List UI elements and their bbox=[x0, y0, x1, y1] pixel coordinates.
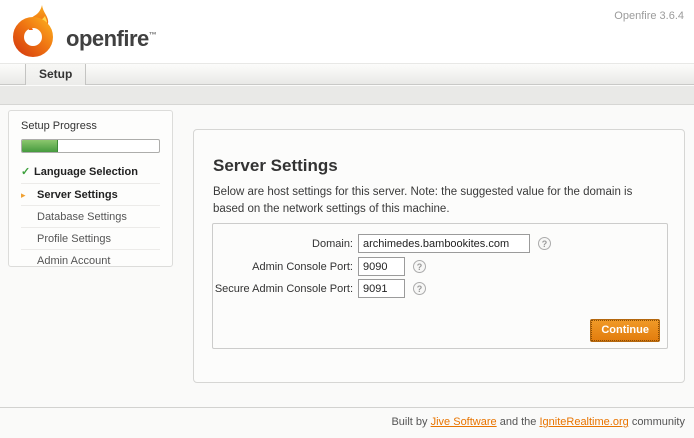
field-row-admin-console-port: Admin Console Port:? bbox=[213, 257, 426, 277]
admin-console-port-input[interactable] bbox=[358, 257, 405, 276]
help-icon[interactable]: ? bbox=[413, 282, 426, 295]
server-settings-form: Domain:? Admin Console Port:? Secure Adm… bbox=[212, 223, 668, 349]
sidebar-item-profile-settings[interactable]: Profile Settings bbox=[21, 227, 160, 249]
field-row-domain: Domain:? bbox=[213, 234, 551, 254]
progress-bar bbox=[21, 139, 160, 153]
page-footer: Built by Jive Software and the IgniteRea… bbox=[0, 407, 694, 438]
sidebar-title: Setup Progress bbox=[21, 120, 160, 132]
sidebar-item-label: Database Settings bbox=[37, 211, 127, 223]
sidebar-item-language-selection[interactable]: ✓ Language Selection bbox=[21, 161, 160, 183]
field-row-secure-admin-console-port: Secure Admin Console Port:? bbox=[213, 279, 426, 299]
version-text: Openfire 3.6.4 bbox=[614, 10, 684, 22]
trademark: ™ bbox=[149, 31, 157, 40]
sidebar-item-admin-account[interactable]: Admin Account bbox=[21, 249, 160, 271]
secure-admin-console-port-label: Secure Admin Console Port: bbox=[213, 283, 353, 295]
sidebar-item-label: Admin Account bbox=[37, 255, 110, 267]
sidebar-item-label: Profile Settings bbox=[37, 233, 111, 245]
server-settings-panel: Server Settings Below are host settings … bbox=[193, 129, 685, 383]
openfire-logo: openfire™ bbox=[12, 4, 212, 60]
help-icon[interactable]: ? bbox=[538, 237, 551, 250]
brand-text: openfire™ bbox=[66, 26, 156, 52]
continue-button-label: Continue bbox=[591, 320, 659, 341]
app-header: openfire™ Openfire 3.6.4 bbox=[0, 0, 694, 63]
tab-bar: Setup bbox=[0, 63, 694, 85]
page-description: Below are host settings for this server.… bbox=[213, 184, 665, 217]
tab-setup[interactable]: Setup bbox=[25, 64, 86, 85]
help-icon[interactable]: ? bbox=[413, 260, 426, 273]
footer-text: Built by bbox=[391, 416, 427, 428]
sub-header-band bbox=[0, 85, 694, 105]
progress-fill bbox=[22, 140, 58, 152]
jive-software-link[interactable]: Jive Software bbox=[431, 416, 497, 428]
sidebar-item-database-settings[interactable]: Database Settings bbox=[21, 205, 160, 227]
sidebar-item-server-settings[interactable]: ▸ Server Settings bbox=[21, 183, 160, 205]
check-icon: ✓ bbox=[21, 161, 35, 183]
arrow-right-icon: ▸ bbox=[21, 184, 35, 206]
setup-steps-nav: ✓ Language Selection ▸ Server Settings D… bbox=[21, 161, 160, 271]
openfire-flame-icon bbox=[12, 4, 58, 58]
igniterealtime-link[interactable]: IgniteRealtime.org bbox=[539, 416, 628, 428]
domain-label: Domain: bbox=[213, 238, 353, 250]
admin-console-port-label: Admin Console Port: bbox=[213, 261, 353, 273]
domain-input[interactable] bbox=[358, 234, 530, 253]
page-title: Server Settings bbox=[213, 156, 338, 176]
footer-text: and the bbox=[500, 416, 537, 428]
setup-progress-sidebar: Setup Progress ✓ Language Selection ▸ Se… bbox=[8, 110, 173, 267]
footer-text: community bbox=[632, 416, 685, 428]
sidebar-item-label: Server Settings bbox=[37, 189, 118, 201]
continue-button[interactable]: Continue bbox=[590, 319, 660, 342]
secure-admin-console-port-input[interactable] bbox=[358, 279, 405, 298]
sidebar-item-label: Language Selection bbox=[34, 166, 138, 178]
